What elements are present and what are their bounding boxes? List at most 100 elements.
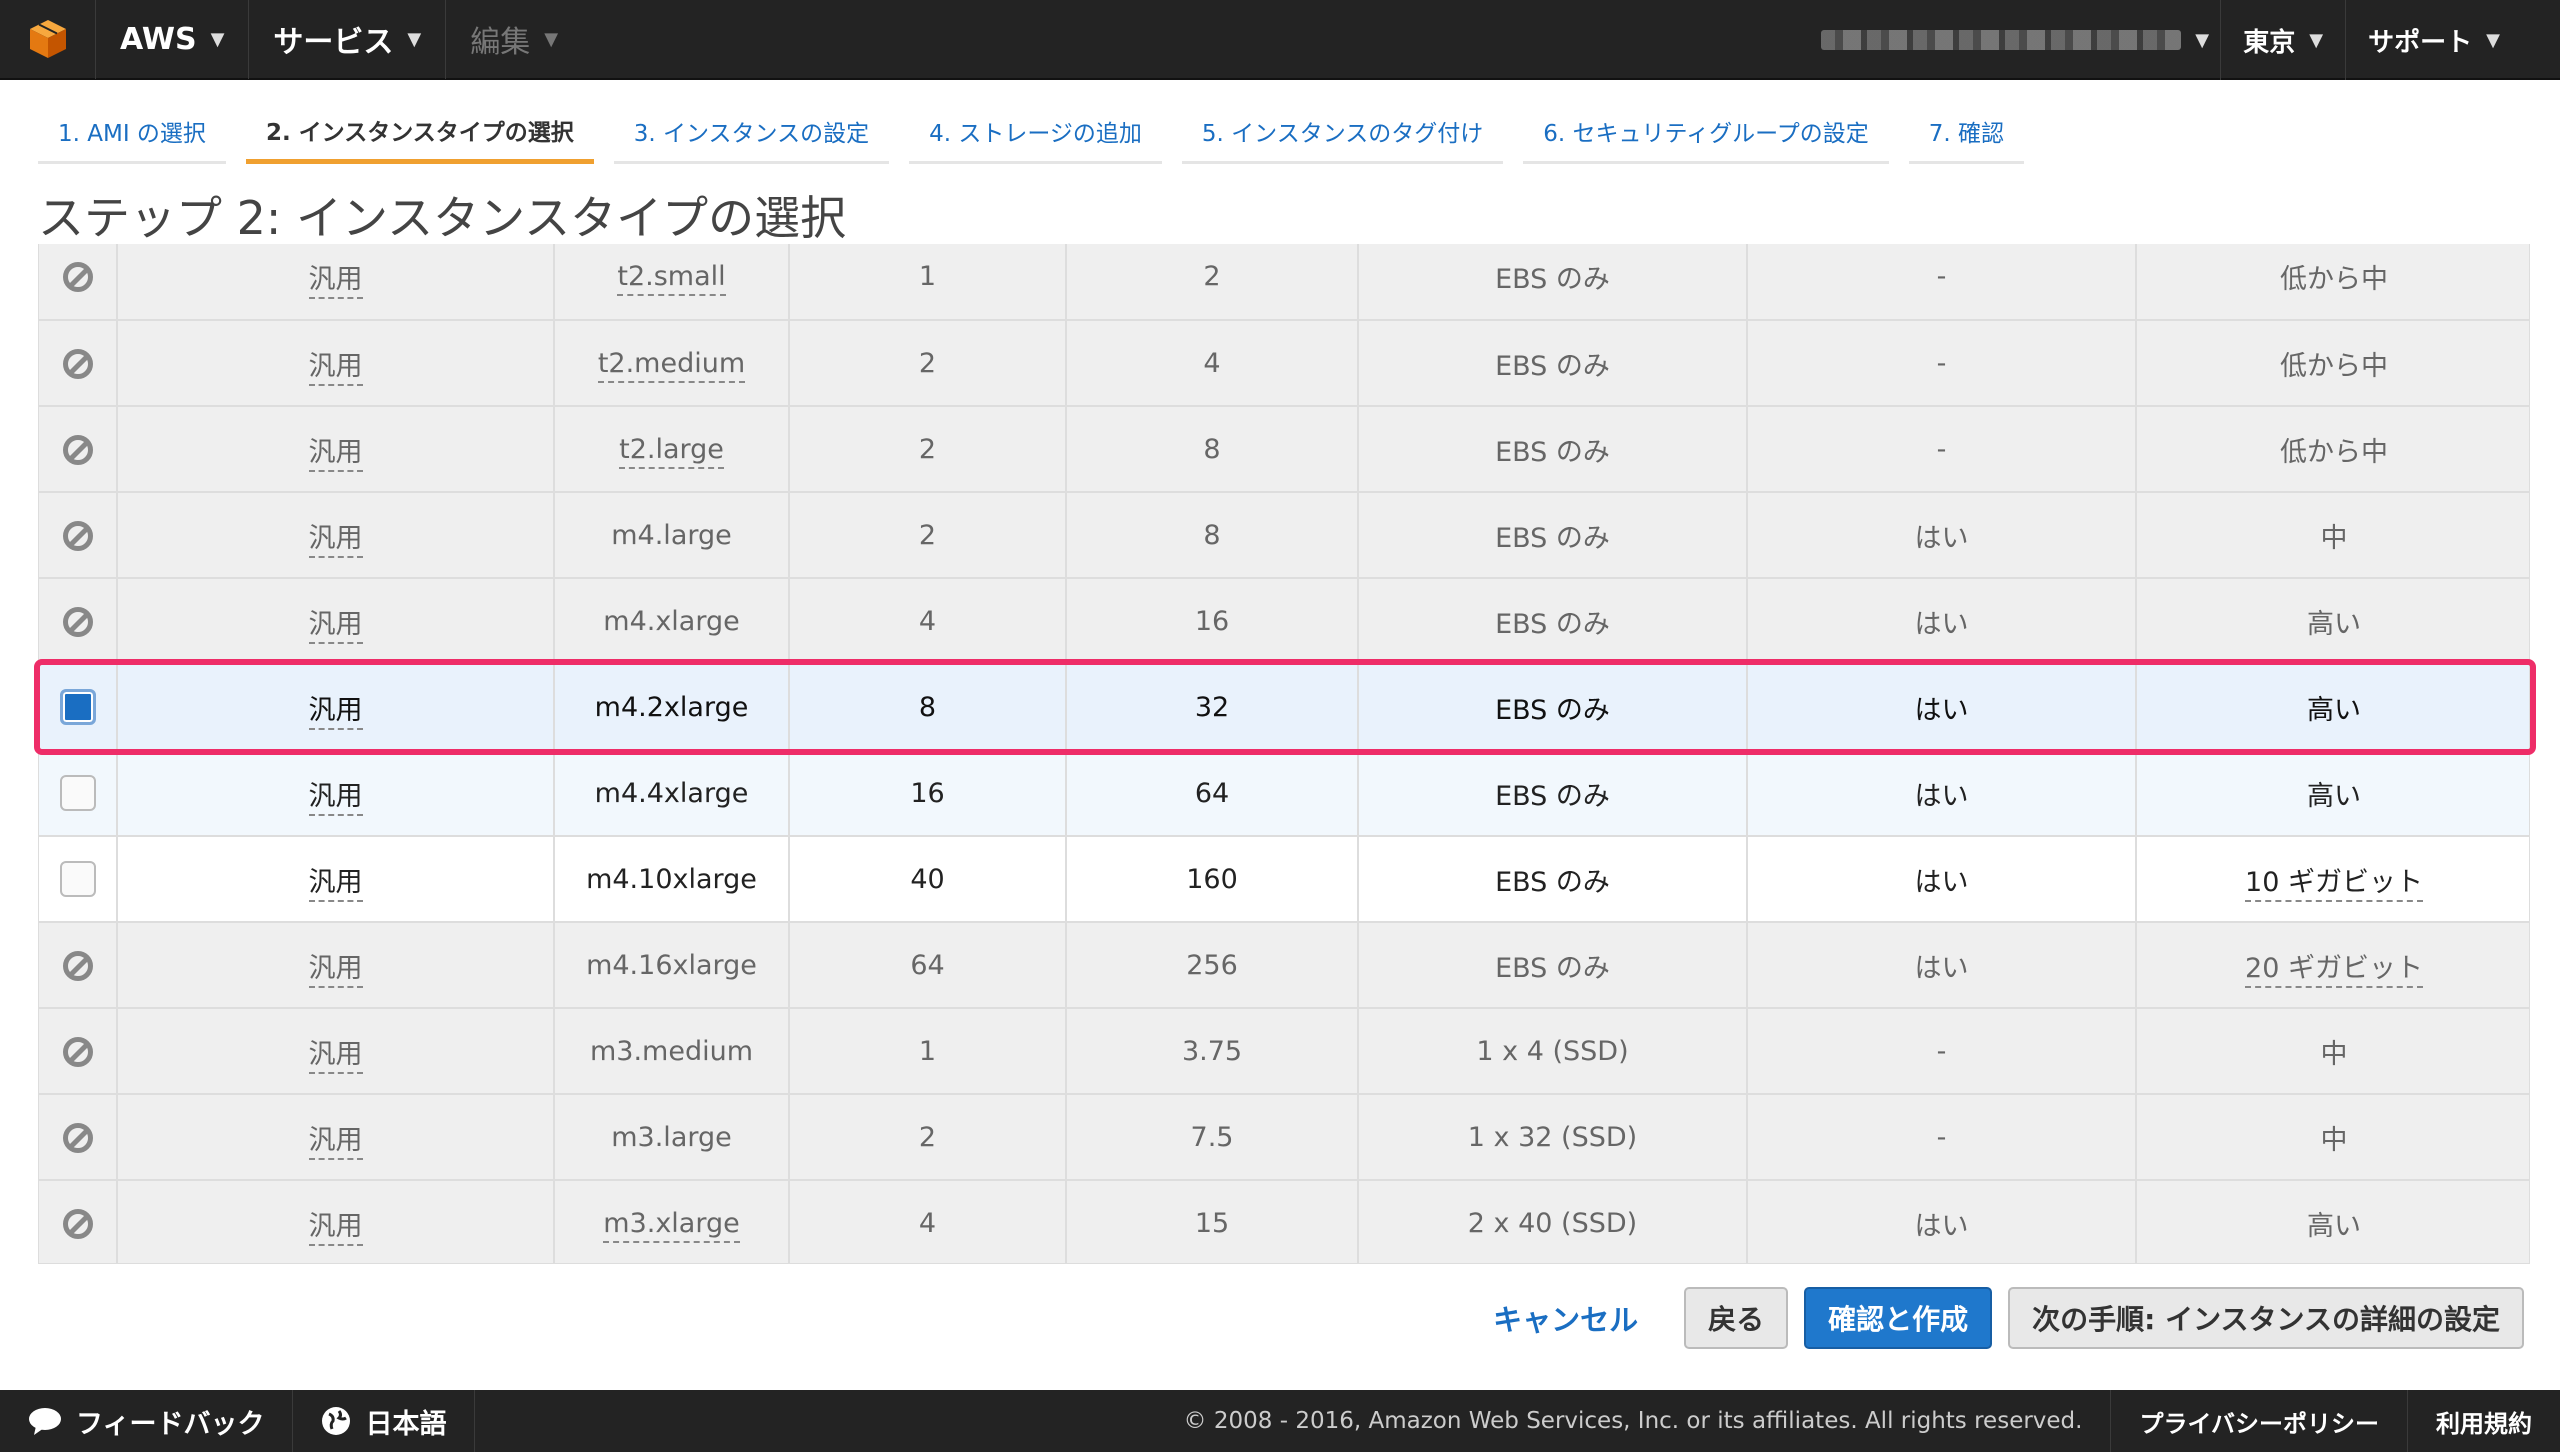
step-add-storage[interactable]: 4. ストレージの追加 xyxy=(909,100,1162,164)
memory-cell-text: 32 xyxy=(1194,691,1230,723)
family-cell: 汎用 xyxy=(117,664,555,751)
step-security-group[interactable]: 6. セキュリティグループの設定 xyxy=(1523,100,1889,164)
network-cell: 低から中 xyxy=(2136,406,2529,493)
network-cell: 低から中 xyxy=(2136,244,2529,321)
network-cell: 中 xyxy=(2136,1008,2529,1095)
memory-cell-text: 256 xyxy=(1186,949,1238,981)
services-menu[interactable]: サービス ▼ xyxy=(249,0,447,79)
type-cell: m4.10xlarge xyxy=(554,836,790,923)
row-select-cell[interactable] xyxy=(39,750,118,837)
privacy-policy-link[interactable]: プライバシーポリシー xyxy=(2111,1390,2408,1452)
ebs-optimized-cell-text: はい xyxy=(1914,780,1969,812)
speech-bubble-icon xyxy=(29,1408,61,1435)
row-checkbox[interactable] xyxy=(59,775,96,811)
vcpu-cell: 16 xyxy=(789,750,1067,837)
terms-link[interactable]: 利用規約 xyxy=(2408,1390,2560,1452)
network-cell-text: 高い xyxy=(2307,694,2361,726)
memory-cell-text: 3.75 xyxy=(1181,1035,1243,1067)
support-menu[interactable]: サポート ▼ xyxy=(2346,0,2560,80)
type-cell-text: m4.16xlarge xyxy=(586,949,757,981)
storage-cell: EBS のみ xyxy=(1358,406,1748,493)
region-menu[interactable]: 東京 ▼ xyxy=(2221,0,2347,80)
family-cell: 汎用 xyxy=(117,320,555,407)
type-cell: m3.large xyxy=(554,1094,790,1181)
back-button[interactable]: 戻る xyxy=(1684,1287,1789,1349)
ebs-optimized-cell: - xyxy=(1747,320,2137,407)
family-cell-text: 汎用 xyxy=(308,1124,363,1160)
region-label: 東京 xyxy=(2243,27,2296,58)
family-cell: 汎用 xyxy=(117,1008,555,1095)
row-select-cell[interactable] xyxy=(39,836,118,923)
chevron-down-icon: ▼ xyxy=(407,28,422,50)
memory-cell: 64 xyxy=(1066,750,1359,837)
type-cell-text: m4.xlarge xyxy=(603,605,740,637)
cancel-button[interactable]: キャンセル xyxy=(1493,1297,1638,1339)
step-choose-ami[interactable]: 1. AMI の選択 xyxy=(38,100,226,164)
network-cell-text: 中 xyxy=(2320,1038,2348,1070)
type-cell-text: m3.xlarge xyxy=(603,1207,740,1243)
chevron-down-icon: ▼ xyxy=(2486,29,2500,51)
instance-type-row[interactable]: 汎用 m4.2xlarge 8 32 EBS のみ はい 高い xyxy=(39,664,2529,751)
family-cell: 汎用 xyxy=(117,406,555,493)
storage-cell: 1 x 4 (SSD) xyxy=(1358,1008,1748,1095)
instance-type-row[interactable]: 汎用 m4.4xlarge 16 64 EBS のみ はい 高い xyxy=(39,750,2529,837)
step-configure-instance[interactable]: 3. インスタンスの設定 xyxy=(613,100,890,164)
memory-cell-text: 4 xyxy=(1203,347,1221,379)
language-selector[interactable]: 日本語 xyxy=(293,1390,476,1452)
step-review[interactable]: 7. 確認 xyxy=(1908,100,2025,164)
instance-type-row: 汎用 m3.xlarge 4 15 2 x 40 (SSD) はい 高い xyxy=(39,1180,2529,1263)
ebs-optimized-cell-text: - xyxy=(1936,433,1947,465)
type-cell: m3.xlarge xyxy=(554,1180,790,1263)
feedback-button[interactable]: フィードバック xyxy=(0,1390,294,1452)
ebs-optimized-cell: - xyxy=(1747,1008,2137,1095)
memory-cell-text: 8 xyxy=(1203,519,1221,551)
next-configure-details-button[interactable]: 次の手順: インスタンスの詳細の設定 xyxy=(2008,1287,2524,1349)
memory-cell-text: 7.5 xyxy=(1190,1121,1234,1153)
vcpu-cell: 64 xyxy=(789,922,1067,1009)
ebs-optimized-cell-text: - xyxy=(1936,261,1947,292)
vcpu-cell: 4 xyxy=(789,578,1067,665)
family-cell-text: 汎用 xyxy=(308,866,363,902)
account-name-blurred xyxy=(1821,30,2182,50)
edit-menu[interactable]: 編集 ▼ xyxy=(446,0,582,79)
vcpu-cell: 2 xyxy=(789,1094,1067,1181)
aws-menu[interactable]: AWS ▼ xyxy=(96,0,250,79)
row-checkbox[interactable] xyxy=(59,861,96,897)
vcpu-cell-text: 40 xyxy=(910,863,945,895)
vcpu-cell-text: 4 xyxy=(918,1207,937,1239)
network-cell-text: 中 xyxy=(2320,1124,2348,1156)
vcpu-cell: 2 xyxy=(789,320,1067,407)
ebs-optimized-cell: はい xyxy=(1747,492,2137,579)
unavailable-icon xyxy=(62,262,93,293)
network-cell-text: 低から中 xyxy=(2280,264,2388,295)
network-cell-text: 高い xyxy=(2307,608,2361,640)
unavailable-icon xyxy=(62,606,93,637)
memory-cell: 7.5 xyxy=(1066,1094,1359,1181)
memory-cell: 32 xyxy=(1066,664,1359,751)
aws-cube-logo-icon[interactable] xyxy=(0,0,96,79)
unavailable-icon xyxy=(62,1122,93,1153)
network-cell: 高い xyxy=(2136,750,2529,837)
vcpu-cell-text: 1 xyxy=(918,261,937,292)
row-select-cell xyxy=(39,1094,118,1181)
storage-cell: EBS のみ xyxy=(1358,664,1748,751)
type-cell: m4.xlarge xyxy=(554,578,790,665)
step-add-tags[interactable]: 5. インスタンスのタグ付け xyxy=(1181,100,1504,164)
network-cell: 高い xyxy=(2136,578,2529,665)
instance-type-row[interactable]: 汎用 m4.10xlarge 40 160 EBS のみ はい 10 ギガビット xyxy=(39,836,2529,923)
account-menu[interactable]: ▼ xyxy=(1801,0,2222,80)
review-and-launch-button[interactable]: 確認と作成 xyxy=(1804,1287,1993,1349)
ebs-optimized-cell-text: はい xyxy=(1914,1210,1969,1242)
ebs-optimized-cell: はい xyxy=(1747,664,2137,751)
feedback-label: フィードバック xyxy=(76,1408,265,1440)
type-cell-text: m4.10xlarge xyxy=(586,863,757,895)
instance-type-row: 汎用 t2.large 2 8 EBS のみ - 低から中 xyxy=(39,406,2529,493)
services-menu-label: サービス xyxy=(273,25,394,60)
row-checkbox[interactable] xyxy=(59,689,96,725)
family-cell-text: 汎用 xyxy=(308,1038,363,1074)
step-choose-instance-type[interactable]: 2. インスタンスタイプの選択 xyxy=(245,100,594,164)
type-cell: t2.large xyxy=(554,406,790,493)
instance-type-row: 汎用 t2.small 1 2 EBS のみ - 低から中 xyxy=(39,244,2529,321)
row-select-cell[interactable] xyxy=(39,664,118,751)
vcpu-cell-text: 16 xyxy=(910,777,945,809)
